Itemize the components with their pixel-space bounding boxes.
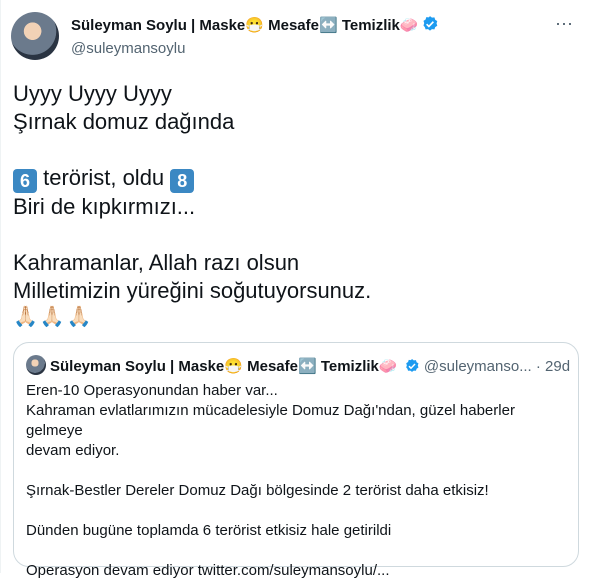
author-names: Süleyman Soylu | Maske😷 Mesafe↔️ Temizli… bbox=[71, 15, 439, 59]
tweet-card: Süleyman Soylu | Maske😷 Mesafe↔️ Temizli… bbox=[0, 0, 590, 579]
more-options-icon[interactable]: ⋯ bbox=[555, 14, 574, 35]
quoted-verified-badge-icon bbox=[404, 358, 420, 380]
author-display-name-text: Süleyman Soylu | Maske😷 Mesafe↔️ Temizli… bbox=[71, 17, 419, 34]
tweet-header: Süleyman Soylu | Maske😷 Mesafe↔️ Temizli… bbox=[11, 10, 580, 60]
folded-hands-emoji-icon: 🙏🏻🙏🏻🙏🏻 bbox=[13, 306, 94, 328]
quoted-tweet[interactable]: Süleyman Soylu | Maske😷 Mesafe↔️ Temizli… bbox=[13, 342, 579, 579]
keycap-six-icon: 6 bbox=[13, 169, 37, 193]
quoted-timestamp[interactable]: 29d bbox=[545, 358, 570, 375]
tweet-line-5: Kahramanlar, Allah razı olsun bbox=[13, 250, 300, 275]
tweet-line-4: Biri de kıpkırmızı... bbox=[13, 194, 196, 219]
quoted-tweet-header: Süleyman Soylu | Maske😷 Mesafe↔️ Temizli… bbox=[26, 355, 570, 375]
quoted-display-name: Süleyman Soylu | Maske😷 Mesafe↔️ Temizli… bbox=[50, 358, 398, 375]
keycap-eight-icon: 8 bbox=[170, 169, 195, 193]
quoted-tweet-text: Eren-10 Operasyonundan haber var... Kahr… bbox=[26, 382, 515, 579]
author-display-name[interactable]: Süleyman Soylu | Maske😷 Mesafe↔️ Temizli… bbox=[71, 15, 439, 39]
tweet-line-6: Milletimizin yüreğini soğutuyorsunuz. bbox=[13, 278, 372, 303]
tweet-text: Uyyy Uyyy Uyyy Şırnak domuz dağında 6 te… bbox=[13, 80, 573, 305]
tweet-line-3: terörist, oldu bbox=[37, 165, 171, 190]
tweet-line-1: Uyyy Uyyy Uyyy bbox=[13, 81, 172, 106]
quoted-separator: · bbox=[535, 358, 541, 375]
author-handle[interactable]: @suleymansoylu bbox=[71, 39, 439, 59]
quoted-handle: @suleymanso... bbox=[423, 358, 532, 375]
avatar[interactable] bbox=[11, 12, 59, 60]
verified-badge-icon bbox=[421, 15, 439, 39]
tweet-line-2: Şırnak domuz dağında bbox=[13, 109, 235, 134]
quoted-avatar bbox=[26, 355, 46, 375]
